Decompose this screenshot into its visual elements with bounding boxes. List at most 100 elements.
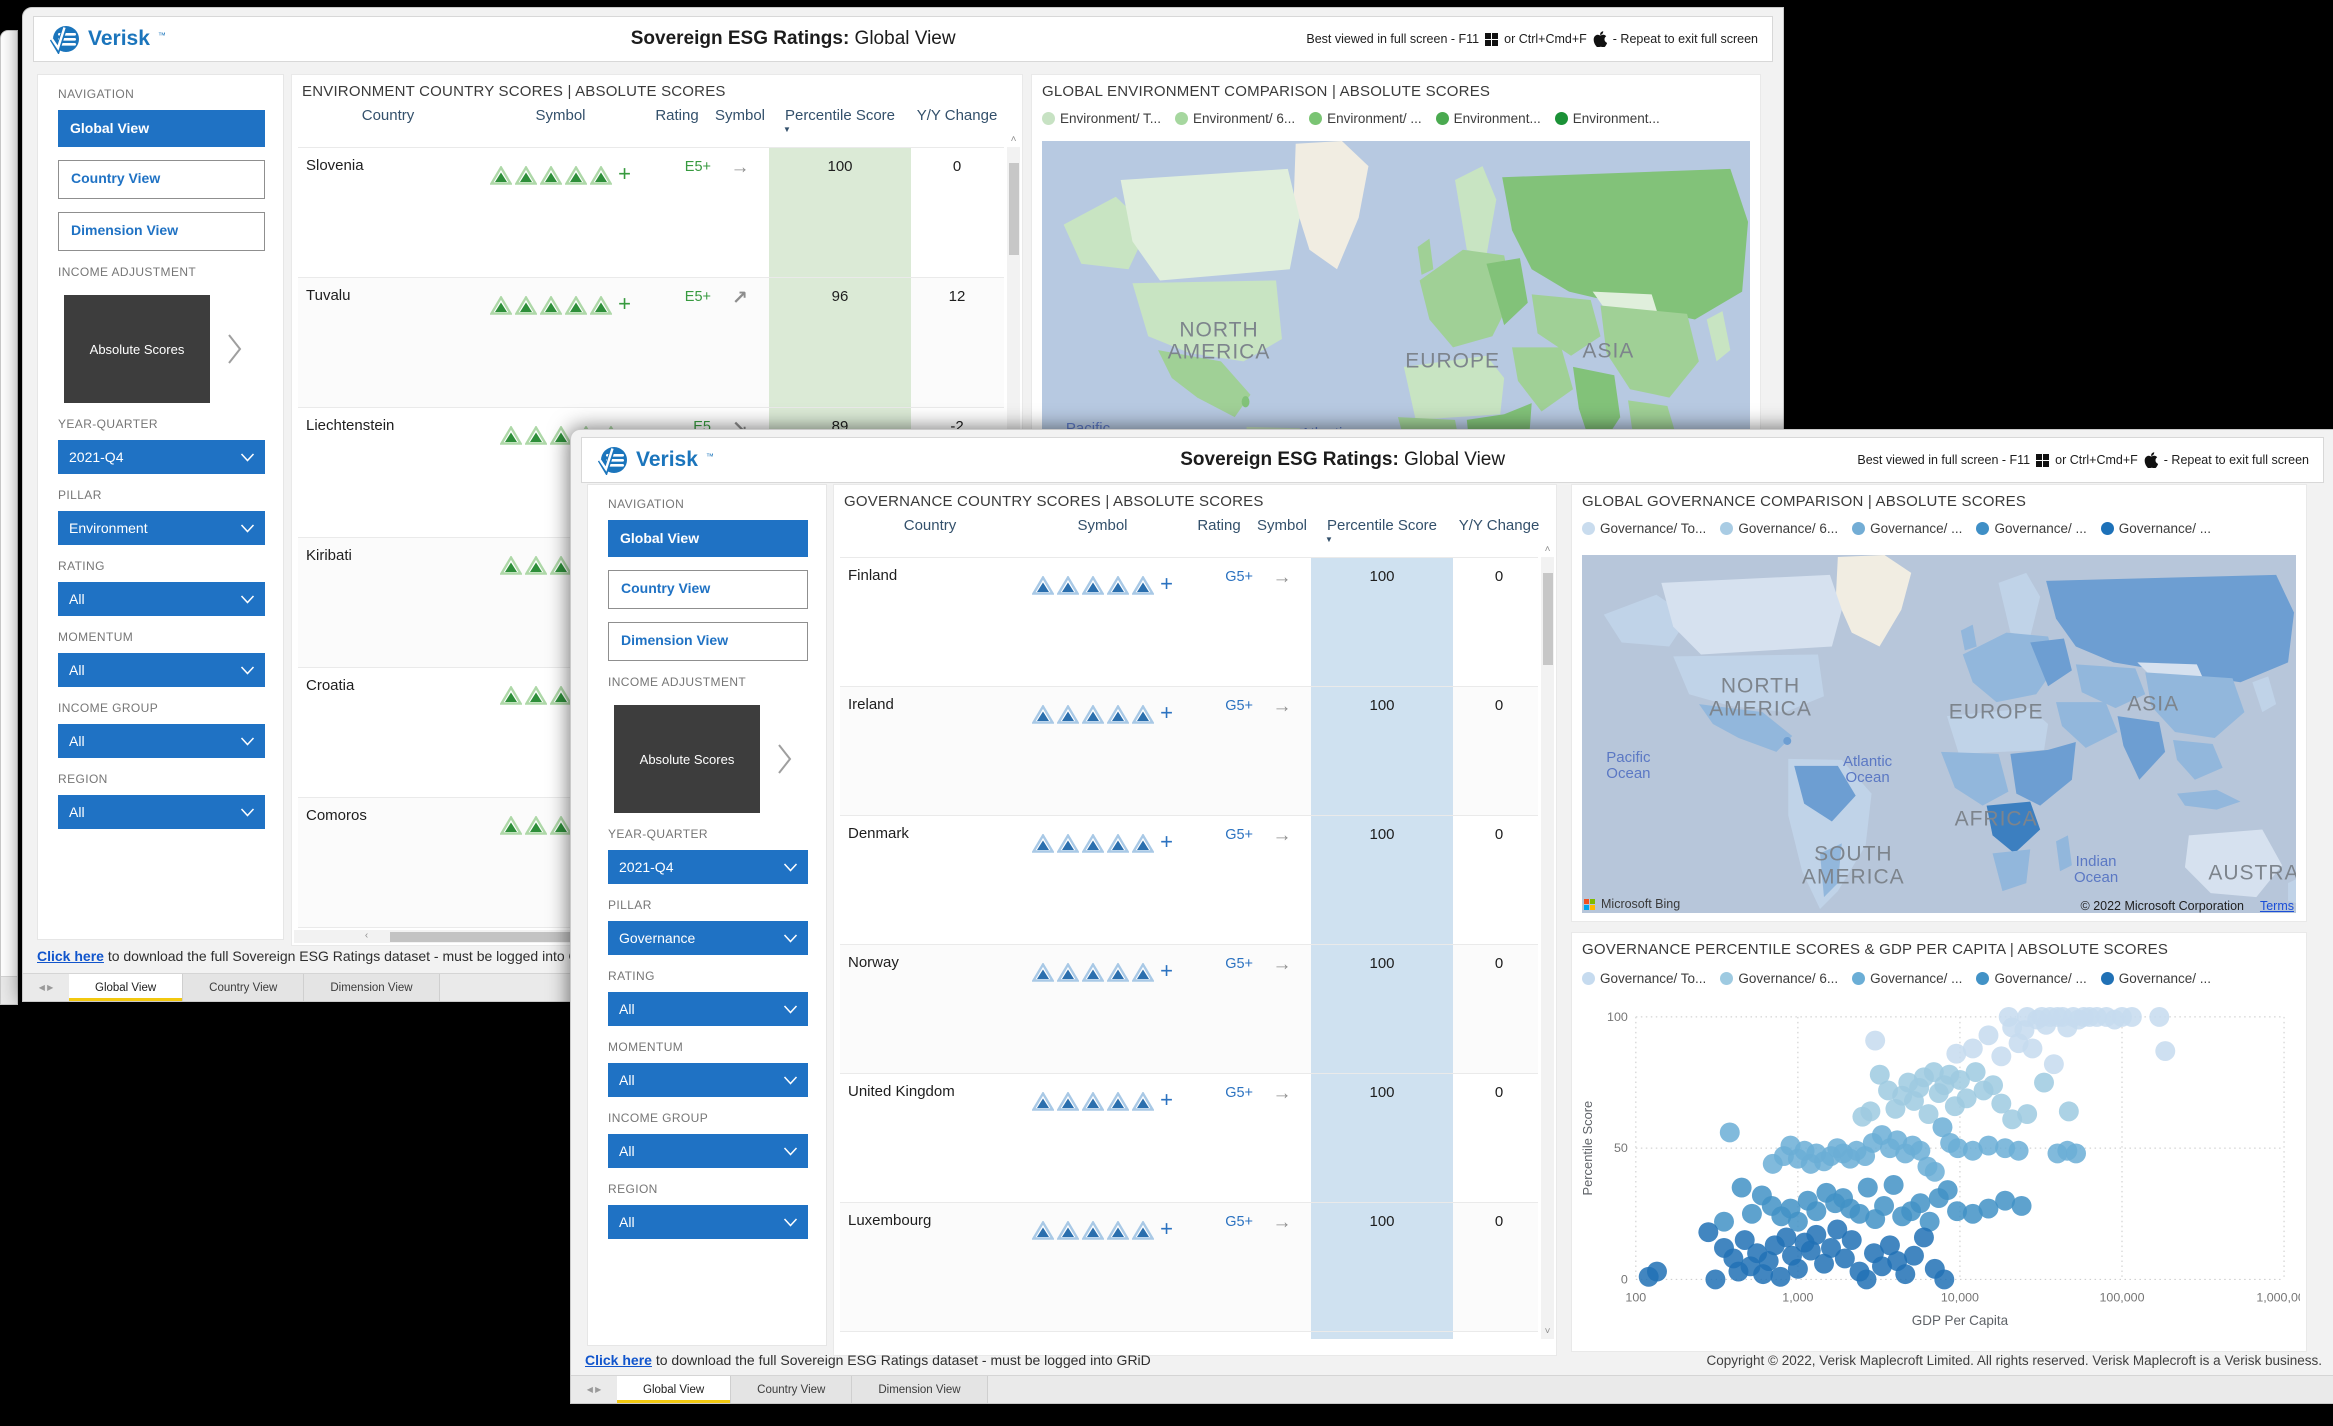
dropdown-income-group[interactable]: All	[58, 724, 265, 758]
nav-global-view[interactable]: Global View	[608, 520, 808, 557]
plus-icon: +	[1160, 1092, 1173, 1107]
nav-dimension-view[interactable]: Dimension View	[608, 622, 808, 661]
column-header-rating[interactable]: Rating	[1185, 517, 1253, 557]
tab-scroll-arrows[interactable]: ◀ ▶	[571, 1376, 617, 1403]
legend-item-environment-t[interactable]: Environment/ T...	[1042, 111, 1161, 126]
scroll-up-icon[interactable]: ˄	[1007, 133, 1020, 147]
table-row-slovenia[interactable]: Slovenia+E5+→1000	[298, 147, 1004, 277]
chevron-right-icon[interactable]	[226, 332, 244, 366]
legend-item-governance[interactable]: Governance/ ...	[1976, 971, 2086, 986]
rating-triangle-icon	[1057, 963, 1079, 982]
chevron-right-icon[interactable]	[776, 742, 794, 776]
dropdown-momentum[interactable]: All	[608, 1063, 808, 1097]
legend-item-governance[interactable]: Governance/ ...	[1852, 521, 1962, 536]
scrollbar-thumb[interactable]	[1543, 573, 1553, 665]
column-header-rating[interactable]: Rating	[643, 107, 711, 147]
legend-item-governance[interactable]: Governance/ ...	[1852, 971, 1962, 986]
legend-item-environment[interactable]: Environment...	[1555, 111, 1660, 126]
legend-item-governance-6[interactable]: Governance/ 6...	[1720, 521, 1838, 536]
scrollbar-thumb[interactable]	[1009, 163, 1019, 255]
legend-dot-icon	[1436, 112, 1449, 125]
income-adjustment-label: INCOME ADJUSTMENT	[608, 675, 808, 689]
nav-country-view[interactable]: Country View	[608, 570, 808, 609]
plus-icon: +	[1160, 705, 1173, 720]
table-row-luxembourg[interactable]: Luxembourg+G5+→1000	[840, 1202, 1538, 1331]
scroll-down-icon[interactable]: ˅	[1541, 1325, 1554, 1339]
dropdown-momentum[interactable]: All	[58, 653, 265, 687]
chevron-down-icon	[240, 595, 255, 604]
navigation-sidebar: NAVIGATION Global ViewCountry ViewDimens…	[37, 74, 284, 940]
legend-item-environment-6[interactable]: Environment/ 6...	[1175, 111, 1295, 126]
tab-country-view[interactable]: Country View	[183, 974, 304, 1001]
table-row-finland[interactable]: Finland+G5+→1000	[840, 557, 1538, 686]
table-row-sweden[interactable]: Sweden+G5+→1000	[840, 1331, 1538, 1339]
apple-icon	[2144, 452, 2158, 468]
scroll-left-icon[interactable]: ‹	[360, 930, 373, 943]
fullscreen-hint: Best viewed in full screen - F11 or Ctrl…	[1306, 31, 1772, 47]
tab-dimension-view[interactable]: Dimension View	[304, 974, 439, 1001]
legend-item-governance[interactable]: Governance/ ...	[2101, 971, 2211, 986]
nav-country-view[interactable]: Country View	[58, 160, 265, 199]
column-header-y-y-change[interactable]: Y/Y Change	[1453, 517, 1545, 557]
download-link[interactable]: Click here	[37, 948, 104, 964]
tab-dimension-view[interactable]: Dimension View	[852, 1376, 987, 1403]
table-row-united-kingdom[interactable]: United Kingdom+G5+→1000	[840, 1073, 1538, 1202]
filter-label-momentum: MOMENTUM	[608, 1040, 808, 1054]
vertical-scrollbar[interactable]: ˄ ˅	[1541, 557, 1554, 1339]
legend-item-governance-to[interactable]: Governance/ To...	[1582, 971, 1706, 986]
column-header-symbol[interactable]: Symbol	[478, 107, 643, 147]
dropdown-pillar[interactable]: Governance	[608, 921, 808, 955]
nav-dimension-view[interactable]: Dimension View	[58, 212, 265, 251]
dropdown-income-group[interactable]: All	[608, 1134, 808, 1168]
table-row-tuvalu[interactable]: Tuvalu+E5+↗9612	[298, 277, 1004, 407]
column-header-symbol-2[interactable]: Symbol	[711, 107, 769, 147]
tab-global-view[interactable]: Global View	[617, 1376, 731, 1403]
column-header-country[interactable]: Country	[840, 517, 1020, 557]
income-adjustment-value[interactable]: Absolute Scores	[64, 295, 210, 403]
scatter-plot-area[interactable]: 0501001001,00010,000100,0001,000,000GDP …	[1578, 1005, 2300, 1347]
column-header-symbol[interactable]: Symbol	[1020, 517, 1185, 557]
app-header: Verisk™ Sovereign ESG Ratings: Global Vi…	[581, 437, 2324, 483]
dropdown-pillar[interactable]: Environment	[58, 511, 265, 545]
rating-triangle-icon	[525, 686, 547, 705]
terms-link[interactable]: Terms	[2260, 899, 2294, 913]
column-header-y-y-change[interactable]: Y/Y Change	[911, 107, 1003, 147]
legend-item-governance-6[interactable]: Governance/ 6...	[1720, 971, 1838, 986]
dropdown-year-quarter[interactable]: 2021-Q4	[58, 440, 265, 474]
legend-item-environment[interactable]: Environment...	[1436, 111, 1541, 126]
tab-country-view[interactable]: Country View	[731, 1376, 852, 1403]
dropdown-rating[interactable]: All	[58, 582, 265, 616]
column-header-percentile-score[interactable]: Percentile Score▼	[769, 107, 911, 147]
tab-global-view[interactable]: Global View	[69, 974, 183, 1001]
nav-global-view[interactable]: Global View	[58, 110, 265, 147]
governance-choropleth-map[interactable]: NORTH AMERICAEUROPEASIAAFRICASOUTH AMERI…	[1582, 555, 2296, 913]
table-row-norway[interactable]: Norway+G5+→1000	[840, 944, 1538, 1073]
report-tabbar: ◀ ▶Global ViewCountry ViewDimension View	[571, 1375, 2333, 1403]
dropdown-region[interactable]: All	[608, 1205, 808, 1239]
legend-item-environment[interactable]: Environment/ ...	[1309, 111, 1422, 126]
tab-scroll-arrows[interactable]: ◀ ▶	[23, 974, 69, 1001]
dropdown-region[interactable]: All	[58, 795, 265, 829]
table-row-denmark[interactable]: Denmark+G5+→1000	[840, 815, 1538, 944]
rating-triangle-icon	[1132, 963, 1154, 982]
rating-triangle-icon	[550, 556, 572, 575]
world-map[interactable]	[1582, 555, 2296, 913]
income-adjustment-value[interactable]: Absolute Scores	[614, 705, 760, 813]
legend-item-governance[interactable]: Governance/ ...	[2101, 521, 2211, 536]
column-header-country[interactable]: Country	[298, 107, 478, 147]
dropdown-year-quarter[interactable]: 2021-Q4	[608, 850, 808, 884]
column-header-percentile-score[interactable]: Percentile Score▼	[1311, 517, 1453, 557]
scatter-card: GOVERNANCE PERCENTILE SCORES & GDP PER C…	[1571, 932, 2307, 1352]
legend-item-governance-to[interactable]: Governance/ To...	[1582, 521, 1706, 536]
map-label-indian-ocean: Indian Ocean	[2074, 854, 2118, 886]
filter-label-income-group: INCOME GROUP	[608, 1111, 808, 1125]
scroll-up-icon[interactable]: ˄	[1541, 543, 1554, 557]
download-link[interactable]: Click here	[585, 1352, 652, 1368]
filter-label-year-quarter: YEAR-QUARTER	[608, 827, 808, 841]
dropdown-rating[interactable]: All	[608, 992, 808, 1026]
legend-dot-icon	[1976, 972, 1989, 985]
legend-item-governance[interactable]: Governance/ ...	[1976, 521, 2086, 536]
table-row-ireland[interactable]: Ireland+G5+→1000	[840, 686, 1538, 815]
column-header-symbol-2[interactable]: Symbol	[1253, 517, 1311, 557]
chevron-down-icon	[783, 1218, 798, 1227]
